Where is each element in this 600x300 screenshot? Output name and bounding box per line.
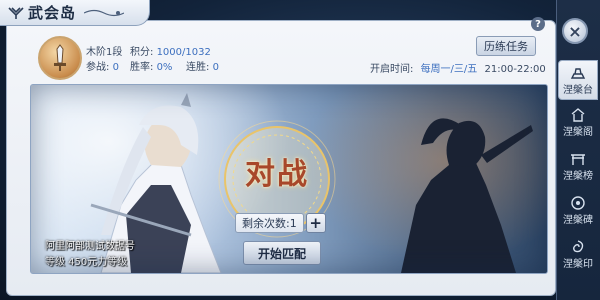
tab-label: 涅槃印	[563, 258, 593, 270]
open-days: 每周一/三/五	[420, 64, 478, 75]
score-info: 积分: 1000/1032	[130, 43, 211, 58]
score-label: 积分:	[130, 47, 154, 58]
help-icon[interactable]: ?	[531, 17, 545, 31]
winrate-value: 0%	[156, 62, 173, 73]
open-time-label: 开启时间:	[370, 64, 414, 75]
winrate-label: 胜率:	[130, 62, 154, 73]
window-title: 武会岛	[28, 4, 77, 22]
battles-value: 0	[112, 62, 119, 73]
open-time: 开启时间: 每周一/三/五 21:00-22:00	[370, 60, 546, 75]
open-hours: 21:00-22:00	[484, 64, 546, 75]
platform-icon	[570, 65, 586, 81]
tab-label: 涅槃榜	[563, 170, 593, 182]
battles-info: 参战: 0	[86, 58, 119, 73]
island-emblem-icon	[6, 4, 26, 22]
rank-label: 木阶1段	[86, 47, 123, 58]
tab-nirvana-stele[interactable]: 涅槃碑	[558, 190, 598, 230]
streak-value: 0	[212, 62, 219, 73]
tab-label: 涅槃台	[563, 84, 593, 96]
close-button[interactable]: ×	[562, 18, 588, 44]
training-task-button[interactable]: 历练任务	[476, 36, 536, 56]
scene-vignette	[31, 85, 547, 273]
winrate-info: 胜率: 0%	[130, 58, 172, 73]
tab-label: 涅槃碑	[563, 214, 593, 226]
rank-avatar	[38, 36, 82, 80]
game-window: 武会岛 ? 木阶1段 积分: 1000/1032 参战: 0 胜率: 0% 连胜…	[0, 0, 600, 300]
battles-label: 参战:	[86, 62, 110, 73]
streak-label: 连胜:	[186, 62, 210, 73]
sword-emblem-icon	[54, 44, 66, 71]
pavilion-icon	[570, 107, 586, 123]
ribbon-decoration-icon	[84, 9, 125, 16]
tab-nirvana-platform[interactable]: 涅槃台	[558, 60, 598, 100]
seal-icon	[570, 239, 586, 255]
tab-nirvana-ranking[interactable]: 涅槃榜	[558, 146, 598, 186]
score-value: 1000/1032	[156, 47, 211, 58]
tab-nirvana-seal[interactable]: 涅槃印	[558, 234, 598, 274]
tab-label: 涅槃阁	[563, 126, 593, 138]
stele-icon	[570, 195, 586, 211]
tab-nirvana-pavilion[interactable]: 涅槃阁	[558, 102, 598, 142]
ranking-gate-icon	[570, 151, 586, 167]
streak-info: 连胜: 0	[186, 58, 219, 73]
battle-scene: 对战 剩余次数: 1 + 开始匹配 阿里阿部测试数据号 等级 450元力等级	[30, 84, 548, 274]
title-bar: 武会岛	[0, 0, 150, 26]
